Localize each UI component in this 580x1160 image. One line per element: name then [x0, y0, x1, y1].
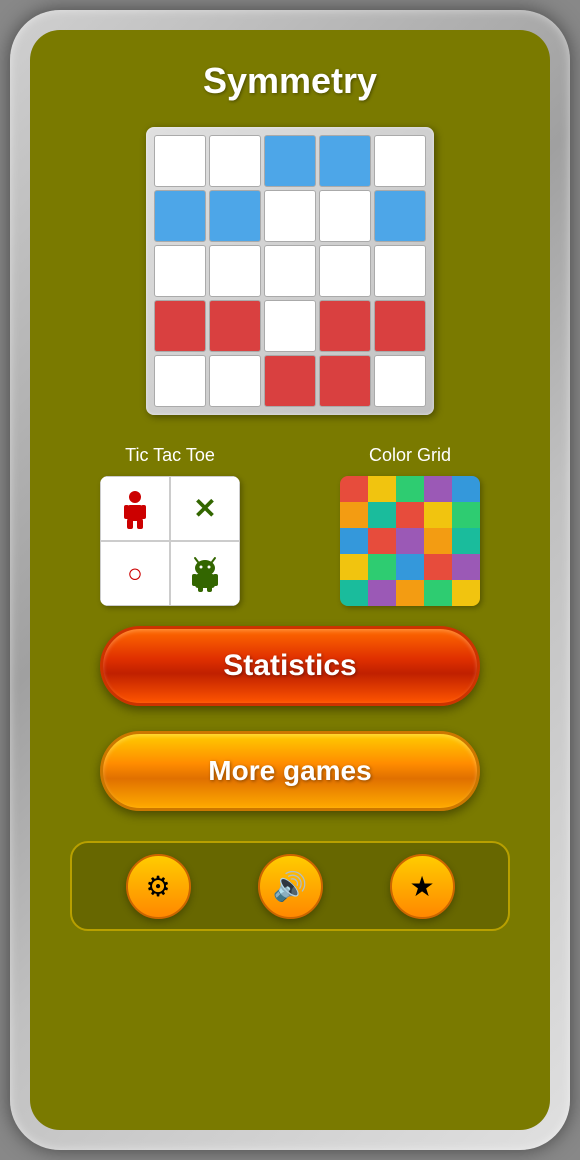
- colorgrid-cell: [452, 580, 480, 606]
- app-title: Symmetry: [203, 60, 377, 102]
- grid-cell: [209, 300, 261, 352]
- grid-cell: [154, 355, 206, 407]
- grid-cell: [154, 190, 206, 242]
- grid-cell: [209, 245, 261, 297]
- o-mark: ○: [127, 558, 143, 589]
- tictactoe-icon[interactable]: ✕ ○: [100, 476, 240, 606]
- game-icons-row: ✕ ○: [50, 476, 530, 606]
- tictactoe-label: Tic Tac Toe: [70, 445, 270, 466]
- colorgrid-cell: [368, 554, 396, 580]
- ttt-cell-1: ✕: [170, 476, 240, 541]
- colorgrid-cell: [424, 580, 452, 606]
- colorgrid-cell: [340, 502, 368, 528]
- colorgrid-cell: [340, 476, 368, 502]
- symmetry-grid: [154, 135, 426, 407]
- favorites-button[interactable]: ★: [390, 854, 455, 919]
- gear-icon: ⚙: [145, 870, 170, 903]
- grid-cell: [264, 245, 316, 297]
- colorgrid-cell: [396, 502, 424, 528]
- grid-cell: [319, 300, 371, 352]
- game-labels-row: Tic Tac Toe Color Grid: [50, 445, 530, 466]
- ttt-grid: ✕ ○: [100, 476, 240, 606]
- phone-shell: Symmetry Tic Tac Toe Color Grid: [10, 10, 570, 1150]
- grid-cell: [374, 245, 426, 297]
- sound-button[interactable]: 🔊: [258, 854, 323, 919]
- colorgrid-cell: [340, 580, 368, 606]
- grid-cell: [374, 355, 426, 407]
- grid-cell: [154, 245, 206, 297]
- colorgrid-icon[interactable]: [340, 476, 480, 606]
- colorgrid-cell: [452, 528, 480, 554]
- ttt-cell-3: [170, 541, 240, 606]
- grid-cell: [264, 355, 316, 407]
- colorgrid-cell: [368, 528, 396, 554]
- colorgrid-cell: [396, 476, 424, 502]
- games-section: Tic Tac Toe Color Grid: [50, 445, 530, 606]
- x-mark-top: ✕: [193, 492, 216, 525]
- grid-cell: [374, 135, 426, 187]
- ttt-cell-0: [100, 476, 170, 541]
- grid-cell: [209, 355, 261, 407]
- colorgrid-cell: [340, 528, 368, 554]
- grid-cell: [319, 190, 371, 242]
- symmetry-grid-container: [146, 127, 434, 415]
- ttt-cell-2: ○: [100, 541, 170, 606]
- settings-button[interactable]: ⚙: [126, 854, 191, 919]
- grid-cell: [264, 135, 316, 187]
- colorgrid-cell: [452, 554, 480, 580]
- colorgrid-cell: [424, 528, 452, 554]
- grid-cell: [319, 245, 371, 297]
- colorgrid-cell: [396, 580, 424, 606]
- colorgrid-cell: [452, 502, 480, 528]
- grid-cell: [154, 300, 206, 352]
- grid-cell: [374, 300, 426, 352]
- colorgrid-cell: [368, 580, 396, 606]
- star-icon: ★: [409, 870, 434, 903]
- grid-cell: [209, 135, 261, 187]
- colorgrid-cell: [368, 502, 396, 528]
- grid-cell: [209, 190, 261, 242]
- colorgrid-cell: [396, 528, 424, 554]
- colorgrid-label: Color Grid: [310, 445, 510, 466]
- grid-cell: [319, 135, 371, 187]
- colorgrid-cell: [424, 476, 452, 502]
- sound-icon: 🔊: [273, 870, 308, 903]
- more-games-button[interactable]: More games: [100, 731, 480, 811]
- colorgrid-cell: [424, 554, 452, 580]
- grid-cell: [319, 355, 371, 407]
- grid-cell: [264, 190, 316, 242]
- bottom-toolbar: ⚙ 🔊 ★: [70, 841, 510, 931]
- colorgrid-cell: [340, 554, 368, 580]
- statistics-button[interactable]: Statistics: [100, 626, 480, 706]
- colorgrid-cell: [452, 476, 480, 502]
- grid-cell: [154, 135, 206, 187]
- colorgrid-cell: [368, 476, 396, 502]
- colorgrid-cell: [396, 554, 424, 580]
- colorgrid-cell: [424, 502, 452, 528]
- grid-cell: [264, 300, 316, 352]
- screen: Symmetry Tic Tac Toe Color Grid: [30, 30, 550, 1130]
- grid-cell: [374, 190, 426, 242]
